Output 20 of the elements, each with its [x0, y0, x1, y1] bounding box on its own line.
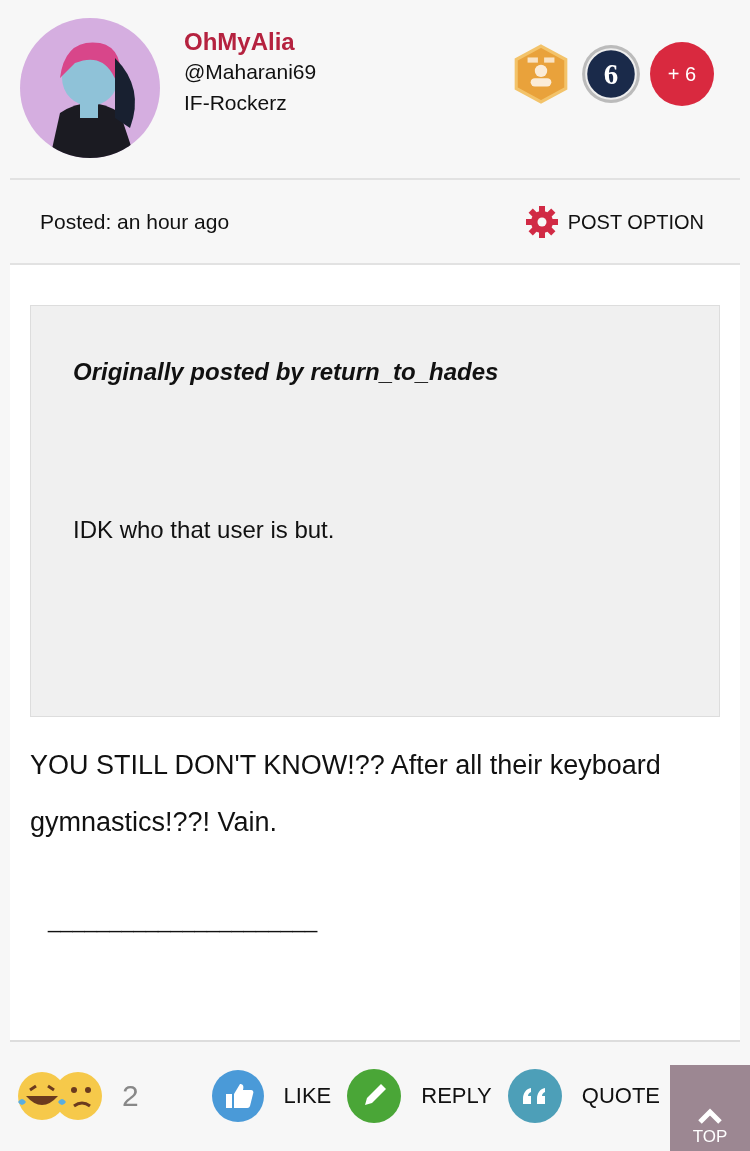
reaction-count: 2 — [122, 1078, 139, 1114]
reply-button[interactable]: REPLY — [347, 1068, 492, 1123]
user-handle: @Maharani69 — [184, 59, 317, 86]
user-group: IF-Rockerz — [184, 87, 317, 119]
chevron-up-icon — [697, 1107, 723, 1124]
like-button[interactable]: LIKE — [211, 1069, 332, 1122]
pencil-icon — [347, 1068, 402, 1123]
settings-icon — [523, 203, 560, 240]
post-text: YOU STILL DON'T KNOW!?? After all their keyboard gymnastics!??! Vain. — [30, 749, 662, 839]
quote-button[interactable]: QUOTE — [507, 1068, 660, 1123]
post-option-button[interactable]: POST OPTION — [517, 202, 710, 241]
signature-line: ______________________ — [46, 907, 319, 936]
thumbs-up-icon — [211, 1069, 264, 1122]
medal-badge[interactable]: 6 — [580, 43, 642, 105]
more-badges-button[interactable]: + 6 — [650, 42, 714, 106]
user-name[interactable]: OhMyAlia — [184, 26, 317, 58]
posted-time: Posted: an hour ago — [40, 208, 230, 235]
quote-attribution: Originally posted by return_to_hades — [73, 357, 500, 387]
quote-text: IDK who that user is but. — [73, 515, 336, 545]
quote-icon — [507, 1068, 562, 1123]
